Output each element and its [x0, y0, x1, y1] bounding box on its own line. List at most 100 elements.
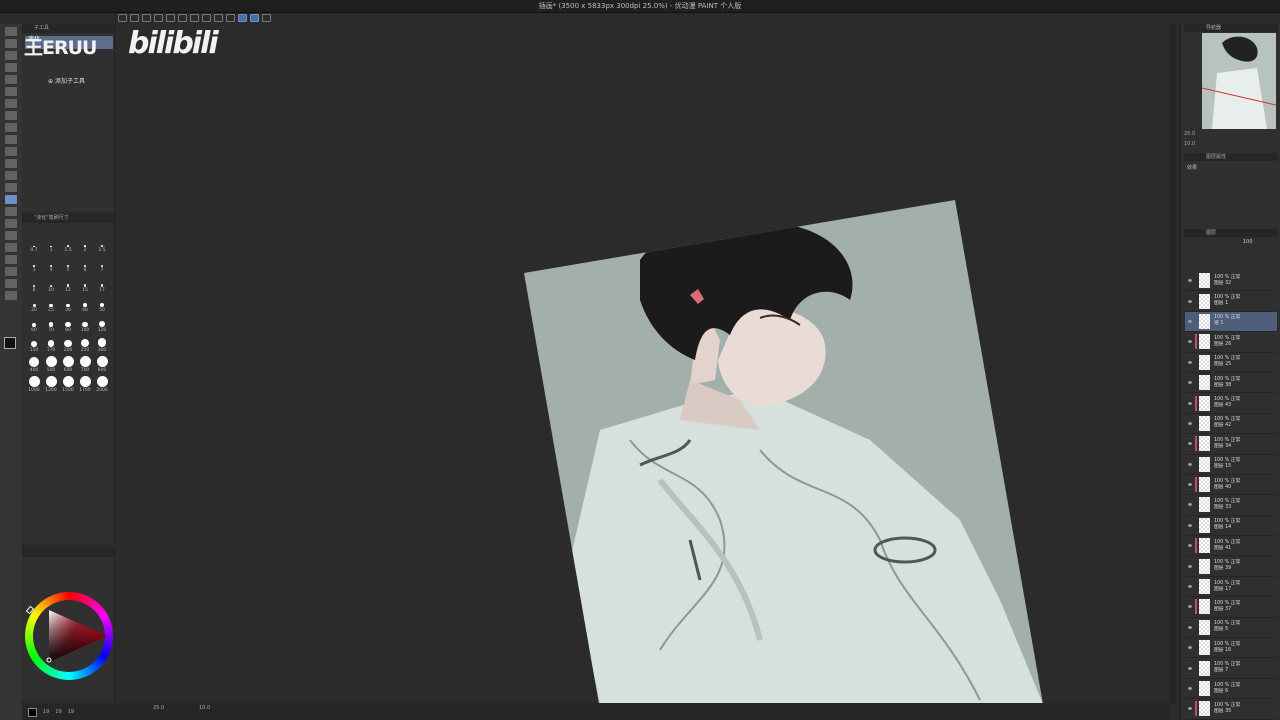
layer-row[interactable]: 100 % 正常 图层 16	[1185, 638, 1277, 659]
layer-row[interactable]: 100 % 正常 图层 15	[1185, 455, 1277, 475]
layer-color-marker	[1195, 477, 1197, 493]
layer-thumbnail	[1199, 293, 1210, 309]
layer-thumbnail	[1199, 579, 1210, 595]
layer-name: 图层 1	[1214, 301, 1229, 307]
navigator-preview[interactable]	[1202, 33, 1276, 129]
layer-thumbnail	[1199, 395, 1210, 411]
navigator-header: 导航器	[1184, 24, 1278, 32]
layer-opacity-value[interactable]: 100	[1243, 239, 1253, 245]
visibility-eye-icon[interactable]	[1188, 483, 1192, 487]
navigator-angle[interactable]: 10.0	[1184, 141, 1195, 147]
layer-color-marker	[1195, 314, 1197, 329]
layer-color-marker	[1195, 355, 1197, 370]
layer-name: 图层 17	[1214, 586, 1232, 592]
right-panel: 导航器 25.0 10.0 图层属性 效果 图层 100 100 % 正常 图层 …	[1180, 24, 1280, 720]
layer-thumbnail	[1199, 681, 1210, 696]
layer-color-marker	[1195, 375, 1197, 390]
layer-row[interactable]: 100 % 正常 图层 32	[1185, 271, 1277, 292]
layer-name: 图层 33	[1214, 504, 1232, 510]
visibility-eye-icon[interactable]	[1188, 462, 1192, 466]
layer-name: 图层 15	[1214, 464, 1232, 470]
visibility-eye-icon[interactable]	[1188, 564, 1192, 568]
layer-row[interactable]: 100 % 正常 图层 5	[1185, 618, 1277, 639]
visibility-eye-icon[interactable]	[1188, 687, 1192, 690]
layer-color-marker	[1195, 599, 1197, 615]
color-value-g: 19	[55, 709, 62, 715]
layer-row[interactable]: 100 % 正常 图层 38	[1185, 373, 1277, 394]
visibility-eye-icon[interactable]	[1188, 401, 1192, 405]
visibility-eye-icon[interactable]	[1188, 299, 1192, 303]
layer-row[interactable]: 100 % 正常 图层 26	[1185, 332, 1277, 353]
visibility-eye-icon[interactable]	[1188, 421, 1192, 425]
layer-row[interactable]: 100 % 正常 图层 33	[1185, 495, 1277, 516]
layer-thumbnail	[1199, 436, 1210, 452]
visibility-eye-icon[interactable]	[1188, 381, 1192, 385]
layer-row[interactable]: 100 % 正常 图层 7	[1185, 658, 1277, 679]
visibility-eye-icon[interactable]	[1188, 544, 1192, 548]
layer-row[interactable]: 100 % 正常组 1	[1185, 311, 1277, 333]
layer-color-marker	[1195, 436, 1197, 452]
layer-color-marker	[1195, 518, 1197, 533]
visibility-eye-icon[interactable]	[1188, 340, 1192, 344]
layer-color-marker	[1195, 620, 1197, 635]
visibility-eye-icon[interactable]	[1188, 625, 1192, 629]
layer-name: 图层 40	[1214, 484, 1232, 490]
visibility-eye-icon[interactable]	[1188, 605, 1192, 609]
layer-row[interactable]: 100 % 正常 图层 41	[1185, 536, 1277, 557]
layer-row[interactable]: 100 % 正常 图层 42	[1185, 414, 1277, 435]
layer-row[interactable]: 100 % 正常 图层 14	[1185, 516, 1277, 537]
visibility-eye-icon[interactable]	[1188, 585, 1192, 589]
layer-row[interactable]: 100 % 正常 图层 39	[1185, 556, 1277, 577]
effect-label: 效果	[1187, 165, 1198, 171]
layer-name: 图层 35	[1214, 708, 1232, 714]
visibility-eye-icon[interactable]	[1188, 666, 1192, 670]
visibility-eye-icon[interactable]	[1188, 523, 1192, 527]
layer-thumbnail	[1199, 558, 1210, 574]
layer-thumbnail	[1199, 273, 1210, 289]
layer-row[interactable]: 100 % 正常 图层 43	[1185, 393, 1277, 414]
color-value-b: 19	[67, 709, 75, 715]
layer-name: 图层 6	[1214, 688, 1229, 694]
visibility-eye-icon[interactable]	[1188, 503, 1192, 507]
visibility-eye-icon[interactable]	[1188, 707, 1192, 711]
layer-row[interactable]: 100 % 正常 图层 17	[1185, 577, 1277, 598]
layer-row[interactable]: 100 % 正常 图层 35	[1185, 699, 1277, 720]
layer-color-marker	[1195, 294, 1197, 309]
layer-name: 图层 37	[1214, 606, 1232, 612]
layer-thumbnail	[1199, 375, 1210, 391]
layer-color-marker	[1195, 559, 1197, 574]
layer-color-marker	[1195, 395, 1197, 411]
layer-thumbnail	[1199, 313, 1210, 329]
layer-color-marker	[1195, 640, 1197, 655]
visibility-eye-icon[interactable]	[1188, 360, 1192, 364]
navigator-zoom[interactable]: 25.0	[1184, 131, 1195, 137]
canvas-angle-value[interactable]: 10.0	[199, 705, 210, 711]
layer-color-marker	[1195, 538, 1197, 554]
layer-row[interactable]: 100 % 正常 图层 1	[1185, 291, 1277, 312]
canvas-vertical-scrollbar[interactable]	[1170, 24, 1176, 704]
layer-name: 图层 39	[1214, 566, 1232, 572]
layer-thumbnail	[1199, 354, 1210, 370]
layer-row[interactable]: 100 % 正常 图层 25	[1185, 353, 1277, 373]
layer-color-marker	[1195, 681, 1197, 696]
layer-name: 图层 43	[1214, 403, 1232, 409]
layer-thumbnail	[1199, 538, 1210, 554]
layer-thumbnail	[1199, 619, 1210, 635]
layer-color-marker	[1195, 334, 1197, 350]
layer-row[interactable]: 100 % 正常 图层 37	[1185, 597, 1277, 618]
layer-color-marker	[1195, 497, 1197, 512]
canvas[interactable]	[0, 0, 1170, 704]
layer-row[interactable]: 100 % 正常 图层 34	[1185, 434, 1277, 455]
visibility-eye-icon[interactable]	[1188, 442, 1192, 446]
layer-row[interactable]: 100 % 正常 图层 40	[1185, 475, 1277, 496]
layer-row[interactable]: 100 % 正常 图层 6	[1185, 679, 1277, 700]
layer-name: 图层 38	[1214, 382, 1232, 388]
visibility-eye-icon[interactable]	[1188, 646, 1192, 650]
color-values-bar: 19 19 19	[22, 704, 114, 720]
layer-color-marker	[1195, 416, 1197, 431]
visibility-eye-icon[interactable]	[1188, 319, 1192, 323]
visibility-eye-icon[interactable]	[1188, 279, 1192, 283]
canvas-zoom-value[interactable]: 25.0	[153, 705, 164, 711]
current-color-chip[interactable]	[28, 707, 37, 717]
layer-name: 组 1	[1214, 321, 1224, 327]
